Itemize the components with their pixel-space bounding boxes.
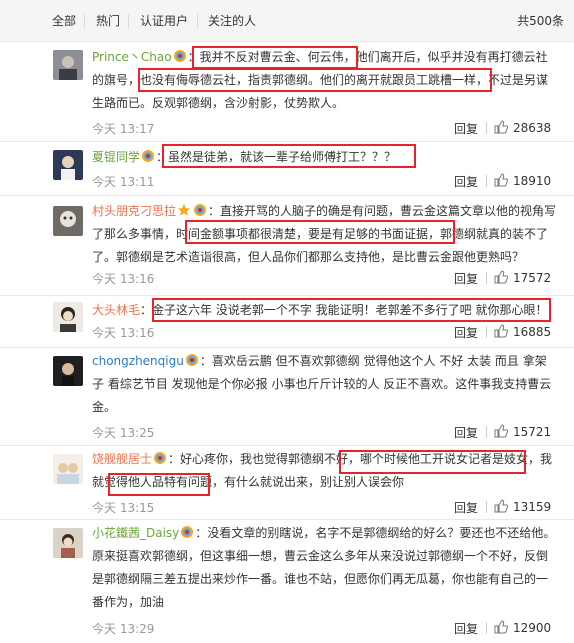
rainbow-badge-icon (180, 524, 194, 538)
thumbs-up-icon (494, 620, 509, 634)
tab-all[interactable]: 全部 (52, 11, 76, 31)
reply-button[interactable]: 回复 (454, 120, 478, 137)
like-button[interactable]: 18910 (494, 173, 551, 188)
highlight-box (152, 298, 551, 322)
like-count: 17572 (513, 271, 552, 285)
rainbow-badge-icon (141, 148, 155, 162)
comment-username[interactable]: 大头林毛 (92, 303, 140, 317)
like-button[interactable]: 28638 (494, 120, 551, 135)
highlight-box (108, 473, 210, 496)
rainbow-badge-icon (185, 352, 199, 366)
avatar[interactable] (53, 50, 83, 80)
comment-username[interactable]: 小花鐵茜_Daisy (92, 526, 179, 540)
highlight-box (138, 68, 492, 92)
thumbs-up-icon (494, 173, 509, 187)
comment-username[interactable]: chongzhenqigu (92, 354, 184, 368)
highlight-box (339, 450, 526, 474)
tab-separator (84, 14, 85, 28)
avatar[interactable] (53, 454, 83, 484)
comment-time: 今天 13:11 (92, 175, 155, 189)
tab-verified-users[interactable]: 认证用户 (140, 11, 188, 31)
rainbow-badge-icon (153, 450, 167, 464)
action-divider (486, 326, 487, 338)
avatar[interactable] (53, 528, 83, 558)
like-count: 18910 (513, 174, 552, 188)
highlight-box (162, 144, 416, 168)
highlight-box (185, 220, 455, 244)
like-count: 15721 (513, 425, 552, 439)
comment-count: 共500条 (517, 14, 564, 28)
like-button[interactable]: 12900 (494, 620, 551, 635)
rainbow-badge-icon (193, 202, 207, 216)
like-button[interactable]: 16885 (494, 324, 551, 339)
comment-time: 今天 13:25 (92, 426, 155, 440)
like-count: 28638 (513, 121, 552, 135)
tab-separator (128, 14, 129, 28)
reply-button[interactable]: 回复 (454, 270, 478, 287)
comment-colon: ： (208, 204, 221, 218)
tab-following[interactable]: 关注的人 (208, 11, 256, 31)
action-divider (486, 501, 487, 513)
comment-time: 今天 13:16 (92, 272, 155, 286)
comment-item: 小花鐵茜_Daisy ：没看文章的别瞎说，名字不是郭德纲给的好么？要还也不还给他。… (0, 520, 574, 643)
thumbs-up-icon (494, 499, 509, 513)
reply-button[interactable]: 回复 (454, 424, 478, 441)
comment-colon: ： (195, 526, 208, 540)
comment-username[interactable]: Prince丶Chao (92, 50, 172, 64)
thumbs-up-icon (494, 120, 509, 134)
comment-username[interactable]: 饶舰舰居士 (92, 452, 152, 466)
comment-time: 今天 13:16 (92, 326, 155, 340)
like-button[interactable]: 15721 (494, 424, 551, 439)
avatar[interactable] (53, 206, 83, 236)
avatar[interactable] (53, 356, 83, 386)
star-badge-icon (177, 202, 191, 216)
comment-item: chongzhenqigu ：喜欢岳云鹏 但不喜欢郭德纲 觉得他这个人 不好 太装… (0, 348, 574, 446)
comment-username[interactable]: 夏锟同学 (92, 150, 140, 164)
like-count: 16885 (513, 325, 552, 339)
thumbs-up-icon (494, 424, 509, 438)
comment-colon: ： (168, 452, 181, 466)
reply-button[interactable]: 回复 (454, 499, 478, 516)
action-divider (486, 622, 487, 634)
comment-time: 今天 13:17 (92, 122, 155, 136)
like-count: 12900 (513, 621, 552, 635)
avatar[interactable] (53, 150, 83, 180)
thumbs-up-icon (494, 270, 509, 284)
rainbow-badge-icon (173, 48, 187, 62)
comment-item: 村头朋克刁思拉 ：直接开骂的人脑子的确是有问题，曹云金这篇文章以他的视角写了那么多… (0, 196, 574, 296)
action-divider (486, 272, 487, 284)
comment-colon: ： (199, 354, 212, 368)
comment-time: 今天 13:29 (92, 622, 155, 636)
reply-button[interactable]: 回复 (454, 324, 478, 341)
highlight-box (192, 46, 358, 69)
like-button[interactable]: 13159 (494, 499, 551, 514)
like-button[interactable]: 17572 (494, 270, 551, 285)
action-divider (486, 122, 487, 134)
comment-username[interactable]: 村头朋克刁思拉 (92, 204, 176, 218)
thumbs-up-icon (494, 324, 509, 338)
comment-time: 今天 13:15 (92, 501, 155, 515)
comment-filter-bar: 全部 热门 认证用户 关注的人 共500条 (0, 0, 574, 42)
action-divider (486, 426, 487, 438)
reply-button[interactable]: 回复 (454, 173, 478, 190)
reply-button[interactable]: 回复 (454, 620, 478, 637)
tab-separator (197, 14, 198, 28)
like-count: 13159 (513, 500, 552, 514)
tab-hot[interactable]: 热门 (96, 11, 120, 31)
action-divider (486, 175, 487, 187)
comment-colon: ： (140, 303, 153, 317)
avatar[interactable] (53, 302, 83, 332)
